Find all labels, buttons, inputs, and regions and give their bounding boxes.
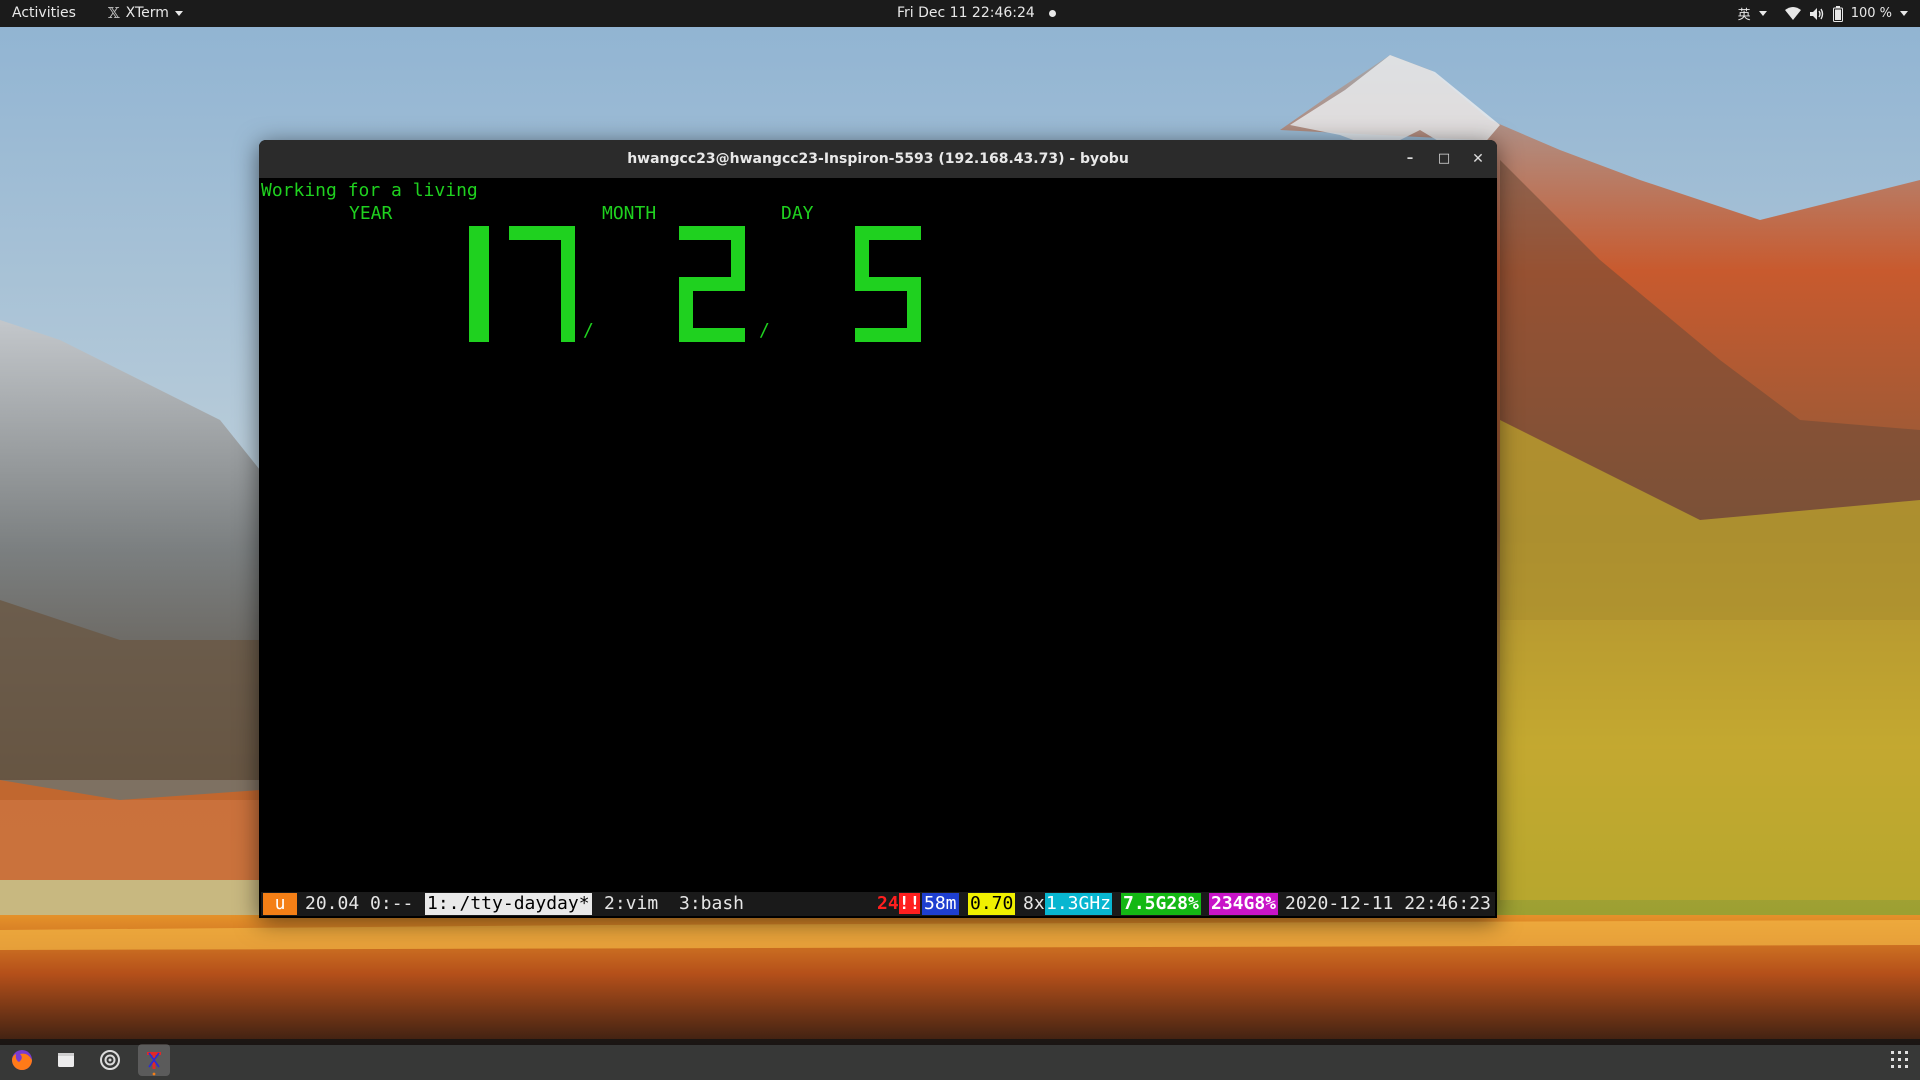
date-separator: /: [583, 320, 594, 341]
digit-segment: [469, 226, 489, 342]
updates-available: 24!!: [877, 893, 921, 915]
activities-button[interactable]: Activities: [12, 5, 76, 21]
wifi-icon: [1784, 6, 1801, 20]
window-titlebar[interactable]: hwangcc23@hwangcc23-Inspiron-5593 (192.1…: [259, 140, 1497, 178]
byobu-status-bar: u 20.04 0:-- 1:./tty-dayday* 2:vim 3:bas…: [261, 892, 1495, 916]
xterm-logo-icon: 𝕏: [108, 4, 120, 22]
firefox-icon[interactable]: [6, 1044, 38, 1076]
byobu-logo: u: [263, 893, 297, 915]
clock-menu[interactable]: Fri Dec 11 22:46:24: [897, 5, 1056, 21]
date-separator: /: [759, 320, 770, 341]
xterm-icon[interactable]: [138, 1044, 170, 1076]
big-date-digits: [469, 226, 921, 342]
terminal-window: hwangcc23@hwangcc23-Inspiron-5593 (192.1…: [259, 140, 1497, 918]
status-datetime: 2020-12-11 22:46:23: [1285, 893, 1491, 914]
terminal-content[interactable]: Working for a living YEAR MONTH DAY / / …: [261, 178, 1495, 916]
chevron-down-icon: [1900, 11, 1908, 16]
maximize-button[interactable]: □: [1433, 148, 1455, 170]
memory-usage: 7.5G28%: [1121, 893, 1201, 915]
digit-segment: [561, 277, 575, 342]
window-tab-1[interactable]: 1:./tty-dayday*: [425, 893, 592, 915]
close-button[interactable]: ✕: [1467, 148, 1489, 170]
load-average: 0.70: [968, 893, 1016, 915]
rhythmbox-icon[interactable]: [94, 1044, 126, 1076]
year-digit-7: [509, 226, 575, 342]
files-icon[interactable]: [50, 1044, 82, 1076]
input-method-menu[interactable]: 英: [1738, 4, 1767, 23]
uptime: 58m: [922, 893, 959, 915]
system-tray: 英 100 %: [1738, 4, 1908, 23]
battery-percent: 100 %: [1850, 6, 1892, 21]
cpu-count: 8x: [1023, 893, 1045, 914]
top-bar: Activities 𝕏 XTerm Fri Dec 11 22:46:24 英: [0, 0, 1920, 27]
show-applications-icon[interactable]: [1891, 1051, 1908, 1068]
battery-icon: [1832, 5, 1843, 22]
os-release: 20.04 0:--: [305, 893, 414, 914]
window-title: hwangcc23@hwangcc23-Inspiron-5593 (192.1…: [627, 151, 1129, 167]
minimize-button[interactable]: –: [1399, 148, 1421, 170]
year-digit-1: [469, 226, 489, 342]
chevron-down-icon: [174, 10, 183, 16]
digit-segment: [855, 328, 921, 342]
bottom-dock: [0, 1039, 1920, 1080]
digit-segment: [679, 328, 745, 342]
app-menu[interactable]: 𝕏 XTerm: [108, 4, 183, 22]
app-menu-label: XTerm: [125, 5, 169, 21]
window-tab-2[interactable]: 2:vim: [604, 893, 658, 915]
clock-label: Fri Dec 11 22:46:24: [897, 5, 1035, 21]
disk-usage: 234G8%: [1209, 893, 1279, 915]
cpu-frequency: 1.3GHz: [1045, 893, 1113, 915]
input-method-label: 英: [1737, 8, 1751, 23]
volume-icon: [1809, 7, 1823, 20]
month-digit-2: [679, 226, 745, 342]
window-tab-3[interactable]: 3:bash: [679, 893, 744, 915]
chevron-down-icon: [1758, 11, 1767, 16]
updates-alert: !!: [898, 893, 921, 914]
notification-dot-icon: [1048, 9, 1056, 17]
updates-count: 24: [877, 893, 899, 914]
system-menu[interactable]: 100 %: [1784, 5, 1908, 22]
day-digit-5: [855, 226, 921, 342]
